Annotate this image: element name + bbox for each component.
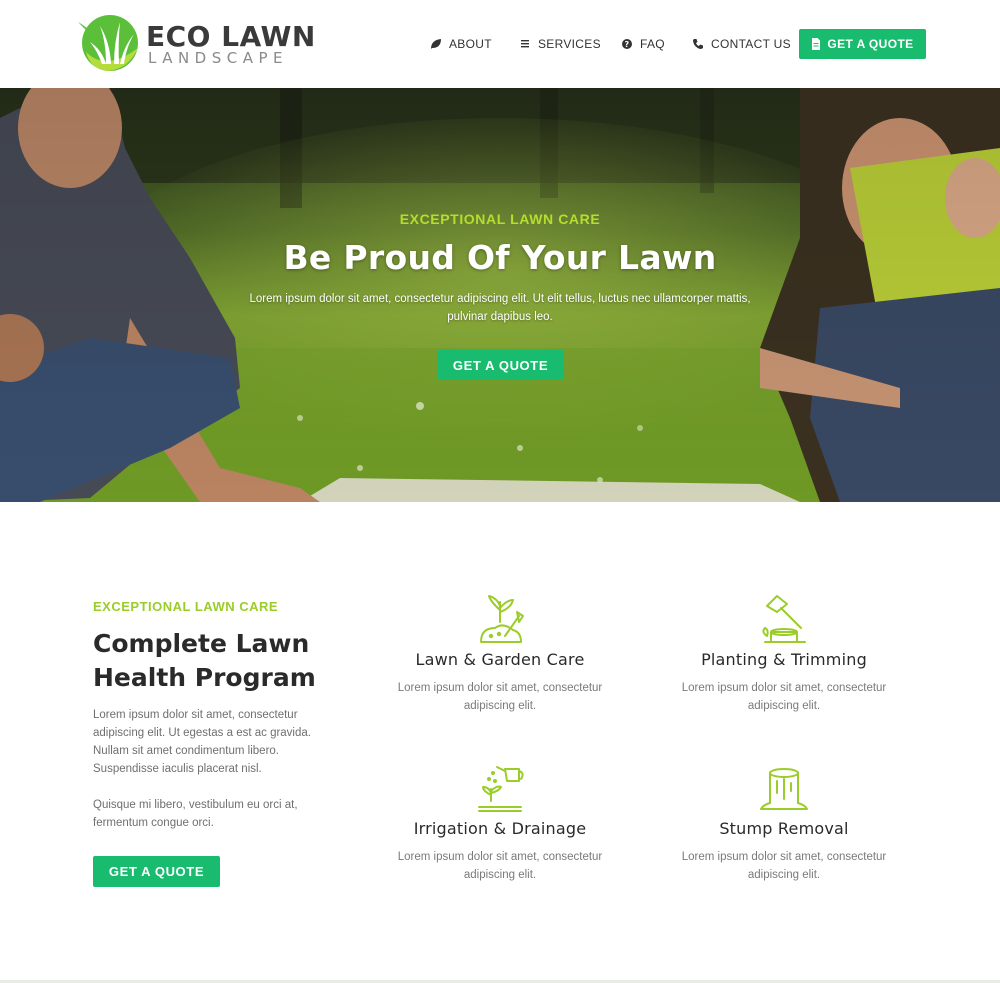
brand-name: ECO LAWN bbox=[146, 20, 316, 53]
services-paragraph-2: Quisque mi libero, vestibulum eu orci at… bbox=[93, 799, 298, 829]
grass-leaf-logo-icon bbox=[78, 15, 138, 71]
service-card-text: Lorem ipsum dolor sit amet, consectetur … bbox=[681, 682, 887, 712]
axe-stump-icon bbox=[762, 595, 806, 643]
nav-contact-label: CONTACT US bbox=[711, 37, 791, 51]
brand-tagline: LANDSCAPE bbox=[148, 49, 289, 67]
tree-stump-icon bbox=[760, 768, 808, 810]
watering-can-icon bbox=[478, 766, 524, 812]
services-kicker: EXCEPTIONAL LAWN CARE bbox=[93, 599, 279, 614]
service-card-title: Stump Removal bbox=[719, 819, 849, 838]
service-card-title: Planting & Trimming bbox=[701, 650, 867, 669]
nav-faq-label: FAQ bbox=[640, 37, 665, 51]
svg-text:?: ? bbox=[625, 40, 630, 49]
service-card-irrigation-drainage: Irrigation & Drainage Lorem ipsum dolor … bbox=[380, 761, 620, 884]
header-get-quote-button[interactable]: GET A QUOTE bbox=[799, 29, 926, 59]
nav-services[interactable]: SERVICES bbox=[519, 32, 601, 56]
service-card-text: Lorem ipsum dolor sit amet, consectetur … bbox=[397, 682, 603, 712]
service-card-title: Lawn & Garden Care bbox=[415, 650, 585, 669]
hero-kicker: EXCEPTIONAL LAWN CARE bbox=[399, 211, 601, 227]
service-card-lawn-garden-care: Lawn & Garden Care Lorem ipsum dolor sit… bbox=[380, 592, 620, 715]
service-card-planting-trimming: Planting & Trimming Lorem ipsum dolor si… bbox=[664, 592, 904, 715]
service-card-stump-removal: Stump Removal Lorem ipsum dolor sit amet… bbox=[664, 761, 904, 884]
phone-icon bbox=[693, 39, 703, 49]
nav-contact[interactable]: CONTACT US bbox=[692, 32, 791, 56]
nav-services-label: SERVICES bbox=[538, 37, 601, 51]
nav-about-label: ABOUT bbox=[449, 37, 492, 51]
services-paragraph-1: Lorem ipsum dolor sit amet, consectetur … bbox=[93, 709, 311, 775]
service-card-text: Lorem ipsum dolor sit amet, consectetur … bbox=[397, 851, 603, 881]
nav-about[interactable]: ABOUT bbox=[430, 32, 492, 56]
hero-section: EXCEPTIONAL LAWN CARE Be Proud Of Your L… bbox=[0, 88, 1000, 502]
document-icon bbox=[812, 38, 821, 50]
hero-get-quote-button[interactable]: GET A QUOTE bbox=[437, 350, 564, 380]
plant-shovel-icon bbox=[480, 595, 524, 643]
service-card-text: Lorem ipsum dolor sit amet, consectetur … bbox=[681, 851, 887, 881]
hero-title: Be Proud Of Your Lawn bbox=[283, 238, 717, 277]
list-icon bbox=[521, 40, 529, 48]
nav-faq[interactable]: ? FAQ bbox=[621, 32, 665, 56]
services-get-quote-button[interactable]: GET A QUOTE bbox=[93, 856, 220, 887]
site-header: ECO LAWN LANDSCAPE ABOUT SERVICES ? FAQ … bbox=[0, 0, 1000, 88]
hero-description: Lorem ipsum dolor sit amet, consectetur … bbox=[249, 293, 751, 323]
header-get-quote-label: GET A QUOTE bbox=[827, 37, 914, 51]
site-logo[interactable]: ECO LAWN LANDSCAPE bbox=[76, 12, 315, 76]
leaf-icon bbox=[431, 39, 441, 49]
services-title: Complete Lawn Health Program bbox=[93, 629, 316, 692]
question-circle-icon: ? bbox=[622, 39, 632, 49]
service-card-title: Irrigation & Drainage bbox=[413, 819, 587, 838]
